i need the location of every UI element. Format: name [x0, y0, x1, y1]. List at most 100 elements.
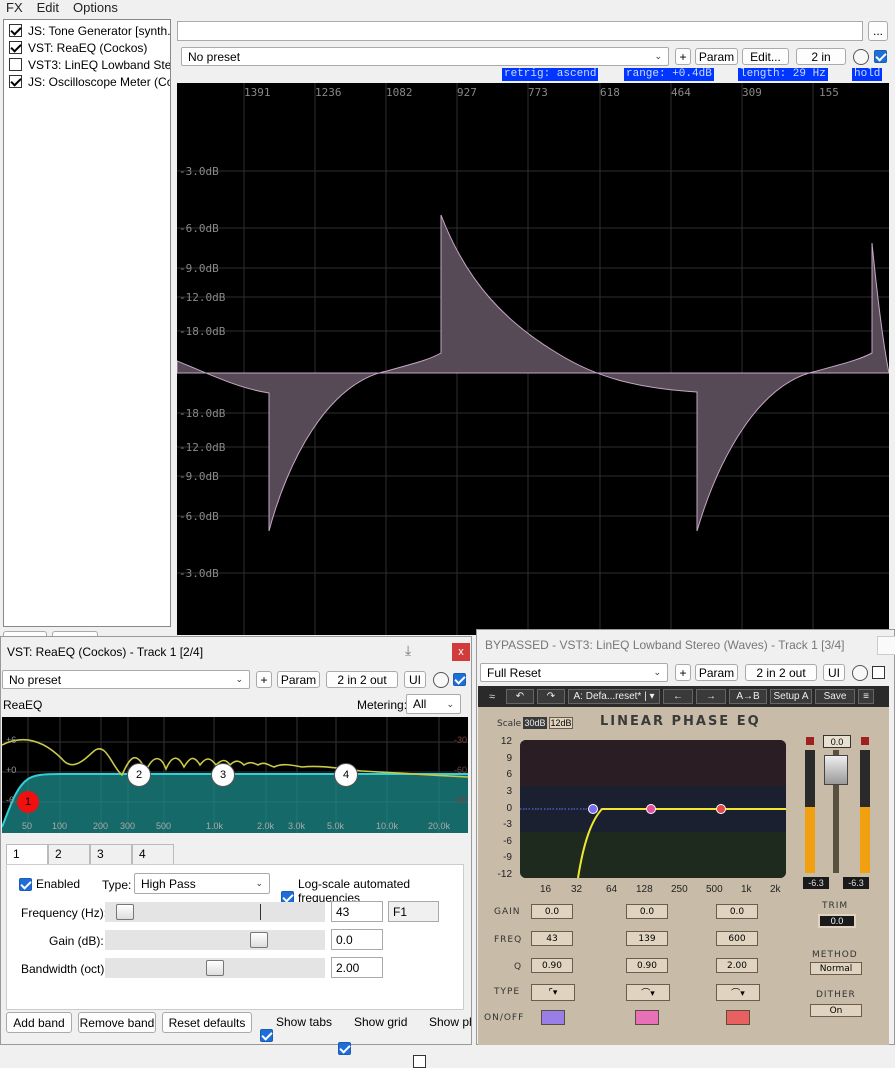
band-2-gain[interactable]: 0.0 — [626, 904, 668, 919]
scale-12db-button[interactable]: 12dB — [549, 717, 573, 729]
add-preset-button[interactable]: + — [256, 671, 272, 688]
band-3-type[interactable]: ⌒▾ — [716, 984, 760, 1001]
band-3-q[interactable]: 2.00 — [716, 958, 758, 973]
tab-band-2[interactable]: 2 — [48, 844, 90, 864]
band-1-gain[interactable]: 0.0 — [531, 904, 573, 919]
prev-preset-button[interactable]: ← — [663, 689, 693, 704]
menu-edit[interactable]: Edit — [37, 0, 59, 16]
show-tabs-checkbox[interactable] — [260, 1029, 273, 1042]
scope-retrig[interactable]: retrig: ascend — [502, 68, 599, 81]
fx-enable-checkbox[interactable] — [9, 58, 22, 71]
fx-chain-list[interactable]: JS: Tone Generator [synth... VST: ReaEQ … — [3, 19, 171, 627]
band-node-2[interactable]: 2 — [127, 763, 151, 787]
fx-enable-checkbox[interactable] — [9, 24, 22, 37]
bandwidth-slider[interactable] — [105, 958, 325, 978]
band-node-1[interactable]: 1 — [17, 791, 39, 813]
enabled-checkbox[interactable] — [19, 878, 32, 891]
edit-button[interactable]: Edit... — [742, 48, 789, 65]
wet-knob-icon[interactable] — [852, 665, 868, 681]
ui-button[interactable]: UI — [404, 671, 426, 688]
menu-fx[interactable]: FX — [6, 0, 23, 16]
band-2-type[interactable]: ⌒▾ — [626, 984, 670, 1001]
frequency-slider[interactable] — [105, 902, 325, 922]
tab-band-3[interactable]: 3 — [90, 844, 132, 864]
io-button[interactable]: 2 in — [796, 48, 846, 65]
a-to-b-button[interactable]: A→B — [729, 689, 767, 704]
menu-options[interactable]: Options — [73, 0, 118, 16]
bandwidth-slider-thumb[interactable] — [206, 960, 224, 976]
band-3-onoff[interactable] — [726, 1010, 750, 1025]
lineq-band-3-node[interactable] — [716, 804, 726, 814]
show-grid-checkbox[interactable] — [338, 1042, 351, 1055]
band-node-3[interactable]: 3 — [211, 763, 235, 787]
frequency-input[interactable]: 43 — [331, 901, 383, 922]
menu-icon[interactable]: ≡ — [858, 689, 874, 704]
output-fader-thumb[interactable] — [824, 755, 848, 785]
fx-enable-checkbox[interactable] — [9, 75, 22, 88]
next-preset-button[interactable]: → — [696, 689, 726, 704]
lineq-band-1-node[interactable] — [588, 804, 598, 814]
band-2-freq[interactable]: 139 — [626, 931, 668, 946]
band-1-onoff[interactable] — [541, 1010, 565, 1025]
type-dropdown[interactable]: High Pass ⌄ — [134, 873, 270, 894]
band-1-type[interactable]: ⌜▾ — [531, 984, 575, 1001]
bandwidth-input[interactable]: 2.00 — [331, 957, 383, 978]
fx-item-oscilloscope[interactable]: JS: Oscilloscope Meter (Co... — [4, 73, 170, 90]
param-button[interactable]: Param — [695, 664, 738, 681]
fx-item-tone-generator[interactable]: JS: Tone Generator [synth... — [4, 22, 170, 39]
trim-value[interactable]: 0.0 — [818, 914, 856, 928]
wet-knob-icon[interactable] — [433, 672, 449, 688]
bypass-checkbox[interactable] — [453, 673, 466, 686]
ui-button[interactable]: UI — [823, 664, 845, 681]
fx-item-reaeq[interactable]: VST: ReaEQ (Cockos) — [4, 39, 170, 56]
band-1-q[interactable]: 0.90 — [531, 958, 573, 973]
lineq-band-2-node[interactable] — [646, 804, 656, 814]
preset-dropdown[interactable]: No preset ⌄ — [181, 47, 669, 66]
scope-hold[interactable]: hold — [852, 68, 883, 81]
dither-button[interactable]: On — [810, 1004, 862, 1017]
bypass-checkbox[interactable] — [872, 666, 885, 679]
gain-input[interactable]: 0.0 — [331, 929, 383, 950]
pin-icon[interactable]: ⤓ — [405, 642, 411, 659]
fx-item-lineq[interactable]: VST3: LinEQ Lowband Ste... — [4, 56, 170, 73]
band-1-freq[interactable]: 43 — [531, 931, 573, 946]
method-button[interactable]: Normal — [810, 962, 862, 975]
lineq-preset-dropdown[interactable]: Full Reset ⌄ — [480, 663, 668, 682]
plugin-text-field[interactable] — [177, 21, 863, 41]
reaeq-graph[interactable]: +6 +0 -6 -30 -60 -90 1 2 3 4 50 100 200 … — [2, 717, 468, 833]
frequency-slider-thumb[interactable] — [116, 904, 134, 920]
oscilloscope-display[interactable]: 1391 1236 1082 927 773 618 464 309 155 -… — [177, 83, 889, 635]
reaeq-preset-dropdown[interactable]: No preset ⌄ — [2, 670, 250, 689]
metering-dropdown[interactable]: All ⌄ — [406, 694, 461, 714]
undo-button[interactable]: ↶ — [506, 689, 534, 704]
tab-band-1[interactable]: 1 — [6, 844, 48, 864]
preset-menu-button[interactable]: A: Defa...reset* | ▾ — [568, 689, 660, 704]
scale-30db-button[interactable]: 30dB — [523, 717, 547, 729]
add-preset-button[interactable]: + — [675, 664, 691, 681]
bypass-checkbox[interactable] — [874, 50, 887, 63]
param-button[interactable]: Param — [695, 48, 738, 65]
save-button[interactable]: Save — [815, 689, 855, 704]
lineq-eq-display[interactable] — [520, 740, 786, 878]
band-3-freq[interactable]: 600 — [716, 931, 758, 946]
gain-slider-thumb[interactable] — [250, 932, 268, 948]
band-2-onoff[interactable] — [635, 1010, 659, 1025]
fx-enable-checkbox[interactable] — [9, 41, 22, 54]
band-2-q[interactable]: 0.90 — [626, 958, 668, 973]
reset-defaults-button[interactable]: Reset defaults — [162, 1012, 252, 1033]
gain-slider[interactable] — [105, 930, 325, 950]
band-node-4[interactable]: 4 — [334, 763, 358, 787]
wet-knob-icon[interactable] — [853, 49, 869, 65]
setup-button[interactable]: Setup A — [770, 689, 812, 704]
scope-length[interactable]: length: 29 Hz — [738, 68, 828, 81]
show-phase-checkbox[interactable] — [413, 1055, 426, 1068]
param-button[interactable]: Param — [277, 671, 320, 688]
add-preset-button[interactable]: + — [675, 48, 691, 65]
add-band-button[interactable]: Add band — [6, 1012, 72, 1033]
more-button[interactable]: ... — [868, 21, 888, 41]
band-3-gain[interactable]: 0.0 — [716, 904, 758, 919]
scope-range[interactable]: range: +0.4dB — [624, 68, 714, 81]
tab-band-4[interactable]: 4 — [132, 844, 174, 864]
io-button[interactable]: 2 in 2 out — [745, 664, 817, 681]
io-button[interactable]: 2 in 2 out — [326, 671, 398, 688]
